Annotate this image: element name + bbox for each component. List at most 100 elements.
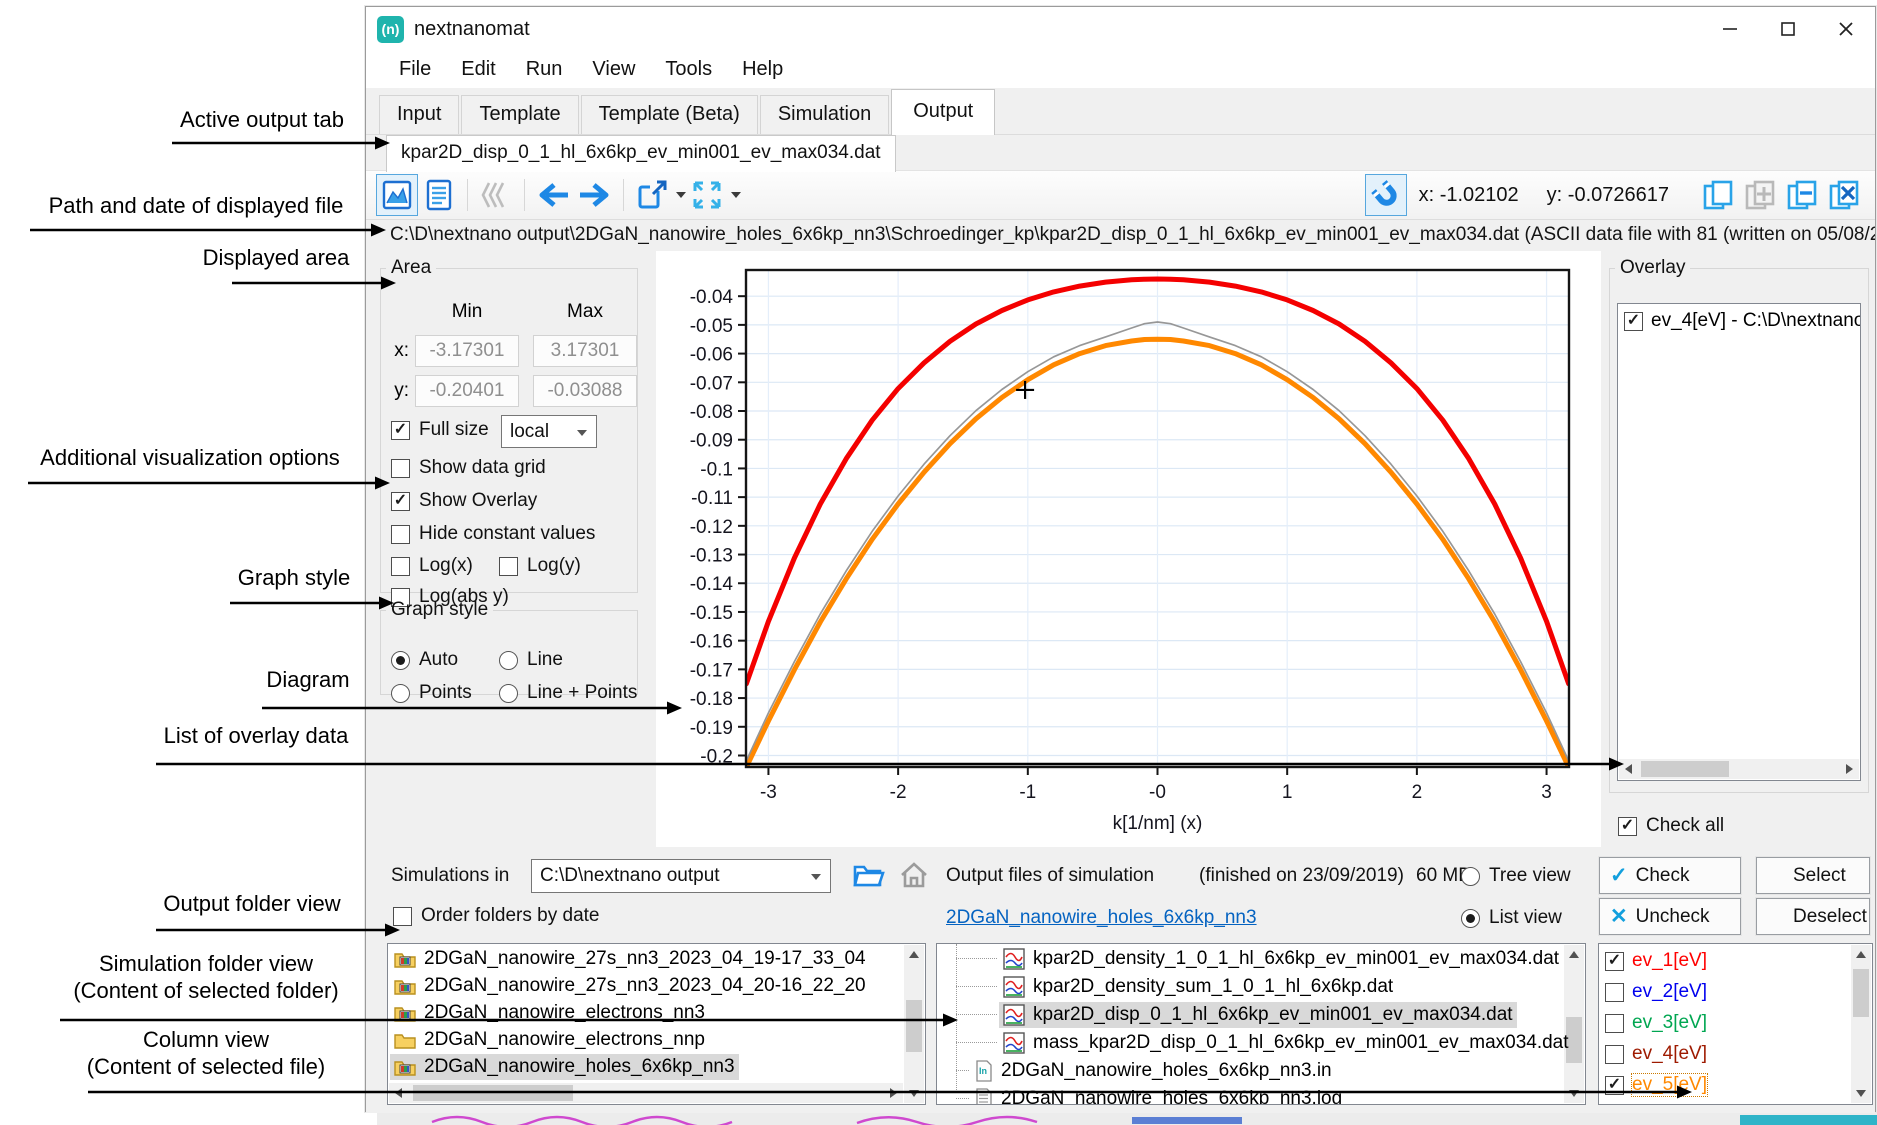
checkbox-box[interactable] [1605, 1014, 1624, 1033]
select-button[interactable]: Select [1756, 857, 1870, 894]
scroll-down-icon[interactable] [1856, 1090, 1866, 1097]
file-row[interactable]: kpar2D_disp_0_1_hl_6x6kp_ev_min001_ev_ma… [999, 1002, 1517, 1028]
scroll-right-icon[interactable] [1846, 764, 1853, 774]
graph-style-auto[interactable]: Auto [391, 649, 458, 671]
checkbox-box[interactable] [1624, 312, 1643, 331]
checkbox-box[interactable] [391, 421, 410, 440]
column-row-ev-5-ev[interactable]: ev_5[eV] [1601, 1072, 1711, 1098]
scroll-up-icon[interactable] [1856, 951, 1866, 958]
graph-style-line[interactable]: Line [499, 649, 563, 671]
previous-button[interactable] [532, 174, 574, 216]
menu-edit[interactable]: Edit [446, 52, 510, 87]
menu-run[interactable]: Run [511, 52, 578, 87]
simulation-folder-link[interactable]: 2DGaN_nanowire_holes_6x6kp_nn3 [946, 907, 1257, 929]
column-row-ev-2-ev[interactable]: ev_2[eV] [1601, 979, 1711, 1005]
menu-help[interactable]: Help [727, 52, 798, 87]
scope-select[interactable]: local [501, 415, 597, 448]
new-tab-button[interactable] [1697, 174, 1739, 216]
deselect-button[interactable]: Deselect [1756, 898, 1870, 935]
checkbox-box[interactable] [391, 557, 410, 576]
minimize-icon[interactable] [1701, 7, 1759, 51]
scroll-down-icon[interactable] [909, 1090, 919, 1097]
slices-button[interactable] [475, 174, 517, 216]
maximize-icon[interactable] [1759, 7, 1817, 51]
scrollbar-thumb[interactable] [906, 1000, 922, 1052]
folder-row[interactable]: 2DGaN_nanowire_electrons_nnp [390, 1027, 709, 1053]
folder-row[interactable]: 2DGaN_nanowire_27s_nn3_2023_04_20-16_22_… [390, 973, 870, 999]
radio-circle[interactable] [391, 651, 410, 670]
export-button[interactable] [631, 174, 673, 216]
fullscreen-dropdown-caret[interactable] [731, 192, 741, 198]
close-all-tabs-button[interactable] [1823, 174, 1865, 216]
folder-row[interactable]: 2DGaN_nanowire_27s_nn3_2023_04_19-17_33_… [390, 946, 870, 972]
close-icon[interactable] [1817, 7, 1875, 51]
checkbox-box[interactable] [1605, 1045, 1624, 1064]
fullscreen-button[interactable] [686, 174, 728, 216]
check-all-checkbox[interactable]: Check all [1618, 815, 1724, 837]
open-folder-button[interactable] [852, 860, 886, 895]
x-min-field[interactable]: -3.17301 [415, 335, 519, 367]
add-tab-button[interactable] [1739, 174, 1781, 216]
menu-tools[interactable]: Tools [650, 52, 727, 87]
file-row[interactable]: 2DGaN_nanowire_holes_6x6kp_nn3.log [971, 1086, 1346, 1105]
scroll-up-icon[interactable] [909, 951, 919, 958]
log-y-checkbox[interactable]: Log(y) [499, 555, 581, 577]
simulations-path-select[interactable]: C:\D\nextnano output [531, 859, 831, 893]
column-list-vscrollbar[interactable] [1851, 945, 1871, 1103]
graph-style-points[interactable]: Points [391, 682, 472, 704]
checkbox-box[interactable] [1618, 817, 1637, 836]
checkbox-box[interactable] [391, 492, 410, 511]
scrollbar-thumb[interactable] [413, 1085, 573, 1101]
file-row[interactable]: In2DGaN_nanowire_holes_6x6kp_nn3.in [971, 1058, 1336, 1084]
checkbox-box[interactable] [391, 525, 410, 544]
file-row[interactable]: kpar2D_density_1_0_1_hl_6x6kp_ev_min001_… [999, 946, 1563, 972]
simulation-file-list[interactable]: kpar2D_density_1_0_1_hl_6x6kp_ev_min001_… [936, 943, 1586, 1105]
overlay-list-hscrollbar[interactable] [1619, 759, 1859, 779]
overlay-item[interactable]: ev_4[eV] - C:\D\nextnano [1618, 304, 1860, 332]
list-view-radio[interactable]: List view [1461, 907, 1562, 929]
overlay-list[interactable]: ev_4[eV] - C:\D\nextnano [1617, 303, 1861, 781]
show-overlay-checkbox[interactable]: Show Overlay [391, 490, 537, 512]
radio-circle[interactable] [499, 684, 518, 703]
folder-list-vscrollbar[interactable] [904, 945, 924, 1103]
tab-template-beta[interactable]: Template (Beta) [581, 95, 758, 134]
checkbox-box[interactable] [499, 557, 518, 576]
menu-view[interactable]: View [577, 52, 650, 87]
x-max-field[interactable]: 3.17301 [533, 335, 637, 367]
folder-row[interactable]: 2DGaN_nanowire_holes_6x6kp_nn3 [390, 1054, 739, 1080]
scroll-left-icon[interactable] [395, 1088, 402, 1098]
scroll-right-icon[interactable] [890, 1088, 897, 1098]
column-row-ev-3-ev[interactable]: ev_3[eV] [1601, 1010, 1711, 1036]
checkbox-box[interactable] [393, 907, 412, 926]
full-size-checkbox[interactable]: Full size [391, 419, 489, 441]
column-row-ev-1-ev[interactable]: ev_1[eV] [1601, 948, 1711, 974]
column-row-ev-4-ev[interactable]: ev_4[eV] [1601, 1041, 1711, 1067]
checkbox-box[interactable] [391, 459, 410, 478]
checkbox-box[interactable] [1605, 952, 1624, 971]
radio-circle[interactable] [1461, 867, 1480, 886]
document-tab[interactable]: kpar2D_disp_0_1_hl_6x6kp_ev_min001_ev_ma… [386, 135, 896, 172]
scrollbar-thumb[interactable] [1853, 969, 1869, 1017]
graph-view-button[interactable] [376, 174, 418, 216]
folder-row[interactable]: 2DGaN_nanowire_electrons_nn3 [390, 1000, 709, 1026]
column-row-ev-6-ev[interactable]: ev_6[eV] [1601, 1103, 1711, 1105]
folder-list-hscrollbar[interactable] [389, 1083, 903, 1103]
file-row[interactable]: kpar2D_density_sum_1_0_1_hl_6x6kp.dat [999, 974, 1397, 1000]
file-row[interactable]: mass_kpar2D_disp_0_1_hl_6x6kp_ev_min001_… [999, 1030, 1573, 1056]
log-x-checkbox[interactable]: Log(x) [391, 555, 473, 577]
hide-constant-values-checkbox[interactable]: Hide constant values [391, 523, 595, 545]
show-data-grid-checkbox[interactable]: Show data grid [391, 457, 546, 479]
radio-circle[interactable] [1461, 909, 1480, 928]
menu-file[interactable]: File [384, 52, 446, 87]
chart-canvas[interactable]: -0.04-0.05-0.06-0.07-0.08-0.09-0.1-0.11-… [656, 251, 1601, 847]
radio-circle[interactable] [499, 651, 518, 670]
radio-circle[interactable] [391, 684, 410, 703]
output-folder-list[interactable]: 2DGaN_nanowire_27s_nn3_2023_04_19-17_33_… [387, 943, 926, 1105]
scrollbar-thumb[interactable] [1641, 761, 1729, 777]
tab-template[interactable]: Template [461, 95, 578, 134]
y-max-field[interactable]: -0.03088 [533, 375, 637, 407]
scroll-up-icon[interactable] [1569, 951, 1579, 958]
export-dropdown-caret[interactable] [676, 192, 686, 198]
order-folders-checkbox[interactable]: Order folders by date [393, 905, 599, 927]
remove-tab-button[interactable] [1781, 174, 1823, 216]
